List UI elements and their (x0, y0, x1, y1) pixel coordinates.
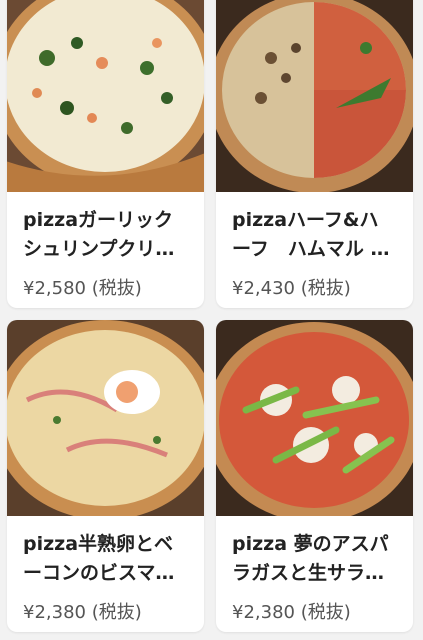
menu-card-half-and-half[interactable]: pizzaハーフ&ハ ーフ ハムマル … ¥2,430 (税抜) (216, 0, 413, 308)
menu-item-title: pizza半熟卵とベ ーコンのビスマ… (23, 533, 175, 584)
menu-grid: pizzaガーリック シュリンプクリ… ¥2,580 (税抜) pizzaハーフ… (0, 0, 423, 640)
menu-card-asparagus[interactable]: pizza 夢のアスパ ラガスと生サラ… ¥2,380 (税抜) (216, 320, 413, 632)
menu-item-price: ¥2,580 (税抜) (23, 278, 142, 299)
menu-item-price: ¥2,380 (税抜) (23, 602, 142, 623)
pizza-photo-asparagus[interactable] (216, 320, 413, 516)
menu-item-price: ¥2,430 (税抜) (232, 278, 351, 299)
menu-card-garlic-shrimp[interactable]: pizzaガーリック シュリンプクリ… ¥2,580 (税抜) (7, 0, 204, 308)
menu-card-soft-egg-bacon[interactable]: pizza半熟卵とベ ーコンのビスマ… ¥2,380 (税抜) (7, 320, 204, 632)
pizza-photo-soft-egg-bacon[interactable] (7, 320, 204, 516)
menu-item-title: pizza 夢のアスパ ラガスと生サラ… (232, 533, 389, 584)
menu-item-title: pizzaガーリック シュリンプクリ… (23, 209, 175, 260)
menu-item-price: ¥2,380 (税抜) (232, 602, 351, 623)
menu-item-title: pizzaハーフ&ハ ーフ ハムマル … (232, 209, 390, 260)
pizza-photo-half-and-half[interactable] (216, 0, 413, 192)
pizza-photo-garlic-shrimp[interactable] (7, 0, 204, 192)
